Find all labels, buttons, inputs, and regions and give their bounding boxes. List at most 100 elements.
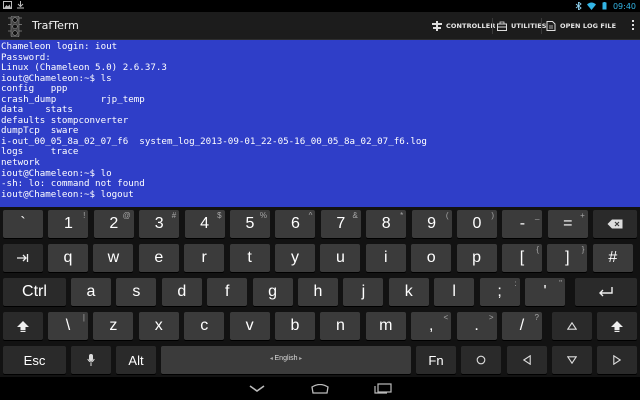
nav-recents-button[interactable] <box>373 381 393 396</box>
key-alt-label: ! <box>83 211 86 220</box>
key-4[interactable]: v <box>229 312 270 340</box>
key-y[interactable]: y <box>275 244 315 272</box>
open-log-file-button[interactable]: OPEN LOG FILE <box>546 12 616 40</box>
key-5[interactable]: h <box>298 278 338 306</box>
key-i[interactable]: i <box>365 244 406 272</box>
alt-key[interactable]: Alt <box>116 346 156 374</box>
key-9[interactable]: 9( <box>411 210 452 238</box>
key-label: , <box>428 317 434 334</box>
key-7[interactable]: m <box>365 312 406 340</box>
key-p[interactable]: p <box>456 244 497 272</box>
utilities-button[interactable]: UTILITIES <box>497 12 547 40</box>
key-7[interactable]: k <box>388 278 429 306</box>
key-2[interactable]: d <box>161 278 202 306</box>
space-key[interactable]: ◂ English ▸ <box>161 346 411 374</box>
key-8[interactable]: , < <box>411 312 452 340</box>
key-label: 3 <box>154 215 164 232</box>
key-10[interactable]: 0) <box>457 210 497 238</box>
tab-key[interactable] <box>3 244 43 272</box>
shift-key-right[interactable] <box>597 312 637 340</box>
key-10[interactable]: ' " <box>525 278 565 306</box>
key-e[interactable]: e <box>138 244 179 272</box>
key-8[interactable]: l <box>434 278 475 306</box>
key-alt-label: ( <box>445 211 449 220</box>
arrow-right-key[interactable] <box>597 346 637 374</box>
key-0[interactable]: a <box>71 278 111 306</box>
key-1[interactable]: z <box>93 312 134 340</box>
key-r[interactable]: r <box>184 244 225 272</box>
nav-home-button[interactable] <box>310 381 330 396</box>
key-o[interactable]: o <box>411 244 452 272</box>
key-label: 0 <box>472 215 482 232</box>
key-label: w <box>107 249 120 266</box>
key-4[interactable]: g <box>252 278 293 306</box>
key-1[interactable]: 1! <box>48 210 89 238</box>
key-label: h <box>313 283 323 300</box>
key-4[interactable]: 4 $ <box>184 210 225 238</box>
keyboard-row: ` 1! 2 @3 #4 $5% 6 ^ 7 & 8 * 9(0) - _ = + <box>0 207 640 241</box>
action-bar: TrafTerm CONTROLLER UTILITIES OPEN LOG F… <box>0 12 640 40</box>
terminal-line: crash_dump rjp_temp <box>1 93 145 105</box>
key-alt-label: * <box>400 211 404 220</box>
key-alt-label: @ <box>122 211 131 220</box>
key-label: Esc <box>23 352 46 368</box>
key-alt-label: ) <box>491 211 494 220</box>
key-q[interactable]: q <box>48 244 88 272</box>
key-2[interactable]: 2 @ <box>93 210 134 238</box>
arrow-up-key[interactable] <box>552 312 592 340</box>
voice-input-key[interactable] <box>71 346 111 374</box>
key-9[interactable]: ;: <box>479 278 520 306</box>
key-0[interactable]: ` <box>3 210 43 238</box>
shift-icon <box>17 320 29 332</box>
key-alt-label: : <box>514 279 517 288</box>
key-[[interactable]: [{ <box>502 244 542 272</box>
key-3[interactable]: 3 # <box>139 210 180 238</box>
key-3[interactable]: f <box>207 278 248 306</box>
key-3[interactable]: c <box>184 312 225 340</box>
key-label: c <box>200 317 209 334</box>
nav-back-button[interactable] <box>247 381 267 396</box>
key-alt-label: | <box>82 313 85 322</box>
arrow-left-key[interactable] <box>507 346 547 374</box>
back-icon <box>249 384 265 392</box>
open-file-icon <box>546 21 556 31</box>
key-12[interactable]: = + <box>547 210 588 238</box>
key-label: z <box>109 317 118 334</box>
key-label: 2 <box>109 215 119 232</box>
key-6[interactable]: n <box>320 312 361 340</box>
esc-key[interactable]: Esc <box>3 346 66 374</box>
key-2[interactable]: x <box>138 312 179 340</box>
key-w[interactable]: w <box>93 244 134 272</box>
key-6[interactable]: 6 ^ <box>275 210 316 238</box>
key-8[interactable]: 8 * <box>366 210 407 238</box>
fn-key[interactable]: Fn <box>416 346 456 374</box>
key-1[interactable]: s <box>116 278 157 306</box>
key-u[interactable]: u <box>320 244 361 272</box>
key-0[interactable]: \ | <box>48 312 88 340</box>
enter-key[interactable] <box>575 278 637 306</box>
ctrl-key[interactable]: Ctrl <box>3 278 66 306</box>
key-label: o <box>426 249 436 266</box>
key-6[interactable]: j <box>343 278 384 306</box>
overflow-menu-button[interactable] <box>631 19 635 33</box>
divider <box>492 18 493 34</box>
shift-key[interactable] <box>3 312 43 340</box>
key-][interactable]: ]} <box>547 244 588 272</box>
controller-button[interactable]: CONTROLLER <box>432 12 495 40</box>
key-10[interactable]: /? <box>502 312 542 340</box>
circle-key[interactable] <box>461 346 501 374</box>
key-label: q <box>63 249 73 266</box>
backspace-key[interactable] <box>593 210 637 238</box>
key-9[interactable]: . > <box>456 312 497 340</box>
hash-key[interactable]: # <box>592 244 633 272</box>
key-t[interactable]: t <box>229 244 270 272</box>
terminal-output[interactable]: Chameleon login: iout Password: Linux (Cha… <box>0 40 640 207</box>
key-5[interactable]: 5% <box>230 210 270 238</box>
key-7[interactable]: 7 & <box>320 210 361 238</box>
key-alt-label: > <box>488 313 494 322</box>
key-label: ' <box>543 283 547 300</box>
microphone-icon <box>87 354 95 366</box>
arrow-down-key[interactable] <box>552 346 592 374</box>
key-11[interactable]: - _ <box>502 210 543 238</box>
key-5[interactable]: b <box>275 312 315 340</box>
